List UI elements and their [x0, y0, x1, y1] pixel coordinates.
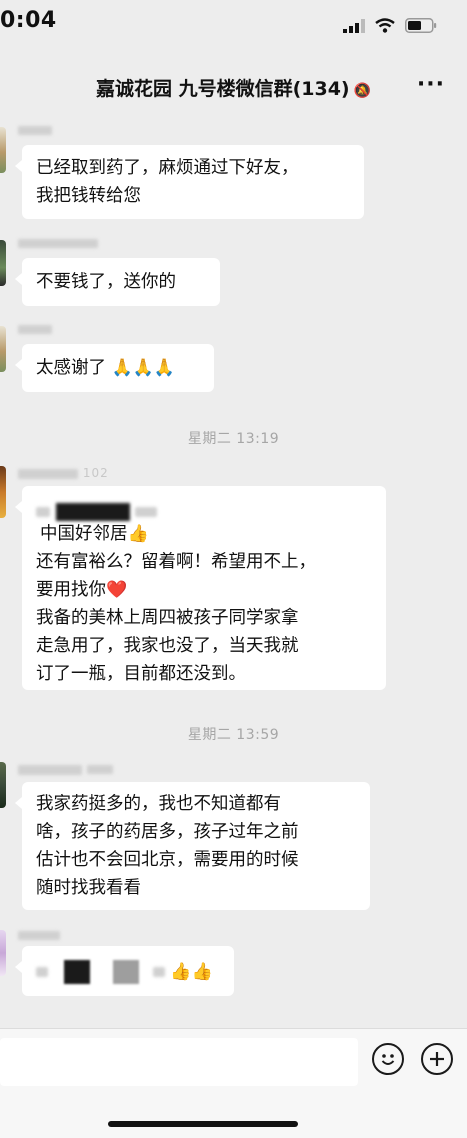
message-bubble[interactable]: 已经取到药了，麻烦通过下好友， 我把钱转给您	[15, 145, 364, 219]
sender-name	[18, 762, 113, 776]
message-line: 我家药挺多的，我也不知道都有	[36, 794, 281, 814]
timestamp: 星期二 13:59	[187, 727, 280, 743]
status-bar: 0:04	[0, 0, 467, 50]
message-line-text: 要用找你	[36, 580, 106, 600]
message-line: 要用找你❤️	[36, 576, 372, 604]
message-input[interactable]	[0, 1038, 358, 1086]
avatar[interactable]	[0, 326, 6, 372]
message-bubble[interactable]: 中国好邻居👍 还有富裕么？留着啊！希望用不上， 要用找你❤️ 我备的美林上周四被…	[15, 486, 386, 690]
mention-row	[36, 498, 372, 521]
thumbs-up-icon: 👍👍	[170, 962, 213, 982]
message-line: 已经取到药了，麻烦通过下好友，	[36, 158, 299, 178]
status-icons	[343, 18, 437, 33]
avatar[interactable]	[0, 930, 6, 976]
message-line-text: 中国好邻居	[40, 524, 128, 544]
message-bubble[interactable]: 太感谢了 🙏🙏🙏	[15, 344, 214, 392]
chat-header: 嘉诚花园 九号楼微信群(134) 🔕 ···	[0, 58, 467, 114]
avatar[interactable]	[0, 466, 6, 518]
sender-name	[18, 928, 60, 942]
sender-name	[18, 322, 52, 336]
sender-name: 102	[18, 466, 109, 480]
signal-icon	[343, 18, 365, 33]
heart-icon: ❤️	[106, 580, 128, 600]
message-bubble[interactable]: 👍👍	[15, 946, 234, 996]
sender-name-partial: 102	[82, 466, 109, 480]
chat-title-row[interactable]: 嘉诚花园 九号楼微信群(134) 🔕	[0, 74, 467, 101]
message-line: 走急用了，我家也没了，当天我就	[36, 636, 299, 656]
avatar[interactable]	[0, 762, 6, 808]
chat-title: 嘉诚花园 九号楼微信群(134)	[95, 78, 350, 100]
message-line: 估计也不会回北京，需要用的时候	[36, 850, 299, 870]
message-line: 订了一瓶，目前都还没到。	[36, 664, 246, 684]
home-indicator[interactable]	[108, 1121, 298, 1127]
message-bubble[interactable]: 不要钱了，送你的	[15, 258, 220, 306]
more-icon[interactable]: ···	[417, 72, 445, 97]
status-time: 0:04	[0, 8, 57, 33]
thumbs-up-icon: 👍	[127, 524, 149, 544]
message-line: 我备的美林上周四被孩子同学家拿	[36, 608, 299, 628]
emoji-icon[interactable]	[372, 1043, 404, 1075]
message-line: 中国好邻居👍	[36, 520, 372, 548]
sender-name	[18, 123, 52, 137]
message-text: 太感谢了	[36, 358, 106, 378]
message-bubble[interactable]: 我家药挺多的，我也不知道都有 啥，孩子的药居多，孩子过年之前 估计也不会回北京，…	[15, 782, 370, 910]
input-bar	[0, 1028, 467, 1138]
wifi-icon	[375, 18, 395, 33]
plus-icon[interactable]	[421, 1043, 453, 1075]
mute-icon: 🔕	[353, 83, 372, 99]
message-line: 我把钱转给您	[36, 186, 141, 206]
pray-emoji-icon: 🙏🙏🙏	[111, 358, 176, 378]
avatar[interactable]	[0, 240, 6, 286]
message-line: 随时找我看看	[36, 878, 141, 898]
message-line: 啥，孩子的药居多，孩子过年之前	[36, 822, 299, 842]
sender-name	[18, 236, 98, 250]
timestamp: 星期二 13:19	[187, 431, 280, 447]
message-line: 不要钱了，送你的	[36, 272, 176, 292]
avatar[interactable]	[0, 127, 6, 173]
battery-icon	[405, 18, 437, 33]
message-line: 还有富裕么？留着啊！希望用不上，	[36, 552, 316, 572]
